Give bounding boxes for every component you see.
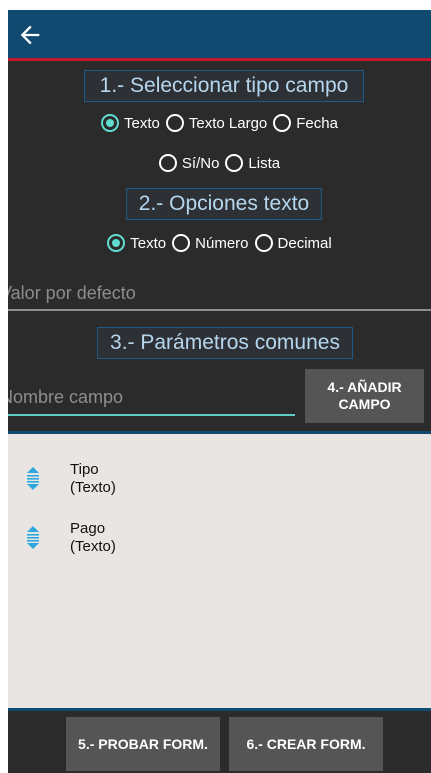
radio-circle: [225, 154, 244, 172]
radio-label: Texto: [130, 234, 167, 252]
section-title-text-options: 2.- Opciones texto: [126, 188, 322, 220]
list-item[interactable]: Tipo (Texto): [8, 461, 431, 509]
field-type: (Texto): [70, 538, 116, 555]
radio-lista[interactable]: Lista: [225, 154, 280, 172]
default-value-underline: [8, 309, 431, 311]
text-options-row: Texto Número Decimal: [8, 234, 431, 252]
radio-option-numero[interactable]: Número: [172, 234, 249, 252]
field-type-row-1: Texto Texto Largo Fecha: [8, 114, 431, 132]
section-title-field-type: 1.- Seleccionar tipo campo: [84, 70, 364, 102]
radio-option-texto[interactable]: Texto: [107, 234, 166, 252]
radio-label: Sí/No: [181, 154, 220, 172]
field-type: (Texto): [70, 479, 116, 496]
radio-label: Decimal: [277, 234, 332, 252]
bottom-bar: 5.- PROBAR FORM. 6.- CREAR FORM.: [8, 708, 431, 773]
radio-circle: [165, 114, 184, 132]
drag-handle-icon[interactable]: [26, 465, 40, 491]
radio-fecha[interactable]: Fecha: [273, 114, 338, 132]
radio-option-decimal[interactable]: Decimal: [254, 234, 332, 252]
radio-texto-largo[interactable]: Texto Largo: [165, 114, 268, 132]
radio-circle: [101, 114, 120, 132]
radio-label: Número: [195, 234, 249, 252]
field-list: Tipo (Texto) Pago (Texto): [8, 431, 431, 711]
field-name: Tipo: [70, 461, 99, 478]
field-name-underline: [8, 414, 295, 416]
section-title-common-params: 3.- Parámetros comunes: [97, 327, 353, 359]
field-name: Pago: [70, 520, 106, 537]
add-field-button[interactable]: 4.- AÑADIR CAMPO: [305, 369, 424, 423]
toolbar: [8, 10, 431, 61]
radio-label: Fecha: [296, 114, 338, 132]
radio-circle: [107, 234, 126, 252]
arrow-left-icon[interactable]: [16, 21, 44, 49]
field-type-row-2: Sí/No Lista: [8, 154, 431, 172]
default-value-input[interactable]: Valor por defecto: [8, 283, 136, 304]
radio-circle: [254, 234, 273, 252]
radio-label: Lista: [248, 154, 281, 172]
field-name-input[interactable]: Nombre campo: [8, 387, 123, 408]
test-form-button[interactable]: 5.- PROBAR FORM.: [66, 717, 220, 771]
toolbar-divider: [8, 58, 431, 61]
radio-circle: [172, 234, 191, 252]
radio-circle: [158, 154, 177, 172]
radio-texto[interactable]: Texto: [101, 114, 160, 132]
radio-label: Texto Largo: [188, 114, 268, 132]
create-form-button[interactable]: 6.- CREAR FORM.: [229, 717, 383, 771]
radio-circle: [273, 114, 292, 132]
radio-label: Texto: [124, 114, 160, 132]
radio-si-no[interactable]: Sí/No: [158, 154, 220, 172]
list-item[interactable]: Pago (Texto): [8, 520, 431, 568]
drag-handle-icon[interactable]: [26, 524, 40, 550]
app-window: 1.- Seleccionar tipo campo Texto Texto L…: [8, 10, 431, 773]
